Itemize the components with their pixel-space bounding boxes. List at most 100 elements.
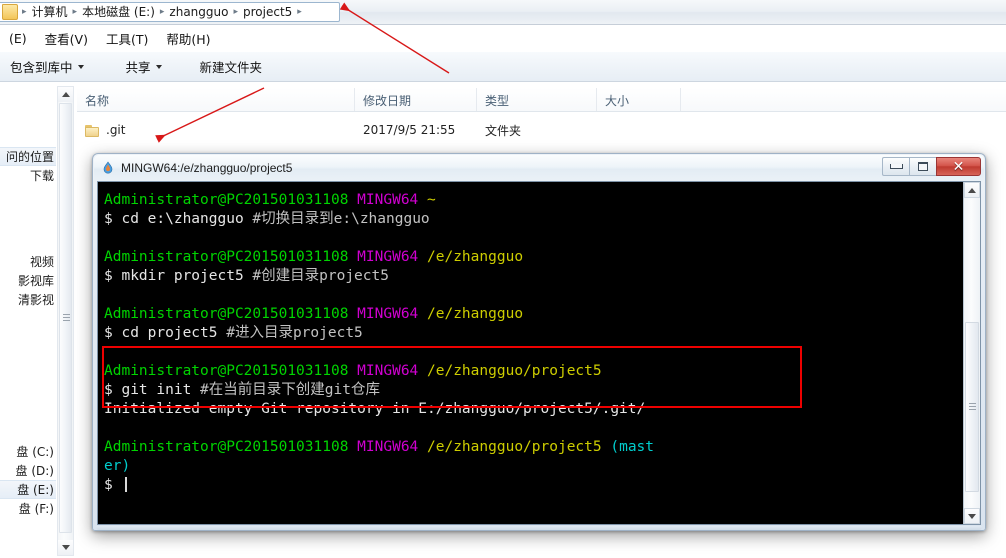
terminal-command-line: $ cd project5 #进入目录project5 xyxy=(104,324,963,343)
breadcrumb-item-computer[interactable]: 计算机 xyxy=(29,3,71,21)
command-toolbar: 包含到库中 共享 新建文件夹 xyxy=(0,52,1006,82)
prompt-path: /e/zhangguo xyxy=(427,249,523,265)
breadcrumb-separator: ▸ xyxy=(295,4,304,20)
prompt-user-host: Administrator@PC201501031108 xyxy=(104,439,348,455)
breadcrumb[interactable]: ▸ 计算机 ▸ 本地磁盘 (E:) ▸ zhangguo ▸ project5 … xyxy=(0,2,340,22)
window-controls: ✕ xyxy=(882,157,981,176)
command-comment: #进入目录project5 xyxy=(226,325,363,341)
terminal-title-bar[interactable]: MINGW64:/e/zhangguo/project5 ✕ xyxy=(94,155,984,181)
menu-item-edit[interactable]: (E) xyxy=(0,28,36,49)
terminal-screen[interactable]: Administrator@PC201501031108 MINGW64 ~ $… xyxy=(98,182,963,524)
terminal-input-line[interactable]: $ xyxy=(104,476,963,495)
file-name-label: .git xyxy=(106,123,125,137)
scroll-down-arrow-icon[interactable] xyxy=(964,508,980,524)
sidebar-item-drive-e[interactable]: 盘 (E:) xyxy=(0,480,56,499)
sidebar-item-drive-f[interactable]: 盘 (F:) xyxy=(0,499,56,518)
sidebar-item-label: 清影视 xyxy=(18,291,54,308)
command-text: $ git init xyxy=(104,382,200,398)
toolbar-include-in-library[interactable]: 包含到库中 xyxy=(0,53,94,80)
sidebar-item-label: 盘 (D:) xyxy=(16,462,54,479)
column-header-name[interactable]: 名称 xyxy=(77,88,355,111)
column-header-modified[interactable]: 修改日期 xyxy=(355,88,477,111)
terminal-blank-line xyxy=(104,343,963,362)
mingw64-terminal-window[interactable]: MINGW64:/e/zhangguo/project5 ✕ Administr… xyxy=(92,153,986,531)
scrollbar-thumb[interactable] xyxy=(59,103,72,533)
breadcrumb-separator: ▸ xyxy=(231,4,240,20)
prompt-shell: MINGW64 xyxy=(357,363,418,379)
column-header-type[interactable]: 类型 xyxy=(477,88,597,111)
command-comment: #创建目录project5 xyxy=(252,268,389,284)
file-list-header: 名称 修改日期 类型 大小 xyxy=(77,88,1006,112)
terminal-prompt-line: Administrator@PC201501031108 MINGW64 /e/… xyxy=(104,248,963,267)
sidebar-item-hd-movies[interactable]: 清影视 xyxy=(0,290,56,309)
sidebar-item-movie-library[interactable]: 影视库 xyxy=(0,271,56,290)
nav-spacer xyxy=(0,223,56,242)
toolbar-new-folder[interactable]: 新建文件夹 xyxy=(190,53,273,80)
command-comment: #在当前目录下创建git仓库 xyxy=(200,382,380,398)
close-button[interactable]: ✕ xyxy=(936,157,981,176)
menu-item-tools[interactable]: 工具(T) xyxy=(97,26,157,51)
text-cursor xyxy=(125,477,127,492)
nav-spacer xyxy=(0,242,56,252)
chevron-down-icon xyxy=(156,65,162,69)
prompt-path: /e/zhangguo/project5 xyxy=(427,439,602,455)
terminal-blank-line xyxy=(104,229,963,248)
nav-spacer xyxy=(0,121,56,147)
terminal-branch-wrap-line: er) xyxy=(104,457,963,476)
terminal-scrollbar[interactable] xyxy=(963,182,980,524)
computer-folder-icon xyxy=(2,4,18,20)
scroll-up-arrow-icon[interactable] xyxy=(58,87,73,102)
breadcrumb-item-drive-e[interactable]: 本地磁盘 (E:) xyxy=(79,3,158,21)
sidebar-item-label: 下载 xyxy=(30,167,54,184)
grip-icon xyxy=(63,314,70,322)
toolbar-new-folder-label: 新建文件夹 xyxy=(200,57,263,76)
prompt-branch: (mast xyxy=(610,439,654,455)
sidebar-item-label: 视频 xyxy=(30,253,54,270)
menu-item-view[interactable]: 查看(V) xyxy=(36,26,97,51)
terminal-prompt-line: Administrator@PC201501031108 MINGW64 /e/… xyxy=(104,438,963,457)
command-text: $ xyxy=(104,477,121,493)
sidebar-item-label: 问的位置 xyxy=(6,148,54,165)
terminal-prompt-line: Administrator@PC201501031108 MINGW64 /e/… xyxy=(104,305,963,324)
terminal-status-strip xyxy=(96,526,982,530)
command-text: $ cd project5 xyxy=(104,325,226,341)
scrollbar-thumb[interactable] xyxy=(965,322,979,492)
terminal-prompt-line: Administrator@PC201501031108 MINGW64 /e/… xyxy=(104,362,963,381)
minimize-icon xyxy=(890,164,903,169)
nav-spacer xyxy=(0,102,56,121)
prompt-path: ~ xyxy=(427,192,436,208)
prompt-user-host: Administrator@PC201501031108 xyxy=(104,192,348,208)
breadcrumb-item-project5[interactable]: project5 xyxy=(240,3,295,21)
sidebar-item-downloads[interactable]: 下载 xyxy=(0,166,56,185)
sidebar-item-label: 盘 (C:) xyxy=(16,443,54,460)
prompt-user-host: Administrator@PC201501031108 xyxy=(104,249,348,265)
breadcrumb-item-zhangguo[interactable]: zhangguo xyxy=(166,3,231,21)
maximize-button[interactable] xyxy=(909,157,936,176)
grip-icon xyxy=(969,403,976,411)
prompt-shell: MINGW64 xyxy=(357,192,418,208)
sidebar-item-recent-places[interactable]: 问的位置 xyxy=(0,147,56,166)
table-row[interactable]: .git 2017/9/5 21:55 文件夹 xyxy=(77,118,1006,142)
prompt-shell: MINGW64 xyxy=(357,249,418,265)
scroll-up-arrow-icon[interactable] xyxy=(964,182,980,198)
column-header-size[interactable]: 大小 xyxy=(597,88,681,111)
command-text: $ mkdir project5 xyxy=(104,268,252,284)
terminal-command-line: $ git init #在当前目录下创建git仓库 xyxy=(104,381,963,400)
sidebar-item-drive-d[interactable]: 盘 (D:) xyxy=(0,461,56,480)
sidebar-item-drive-c[interactable]: 盘 (C:) xyxy=(0,442,56,461)
sidebar-item-videos[interactable]: 视频 xyxy=(0,252,56,271)
prompt-path: /e/zhangguo/project5 xyxy=(427,363,602,379)
scroll-down-arrow-icon[interactable] xyxy=(58,540,73,555)
chevron-down-icon xyxy=(78,65,84,69)
navigation-pane-scrollbar[interactable] xyxy=(57,86,74,556)
prompt-user-host: Administrator@PC201501031108 xyxy=(104,363,348,379)
prompt-branch-wrapped: er) xyxy=(104,458,130,474)
prompt-user-host: Administrator@PC201501031108 xyxy=(104,306,348,322)
file-name-cell[interactable]: .git xyxy=(77,123,355,137)
menu-item-help[interactable]: 帮助(H) xyxy=(157,26,219,51)
toolbar-share[interactable]: 共享 xyxy=(116,53,172,80)
terminal-output-line: Initialized empty Git repository in E:/z… xyxy=(104,400,963,419)
terminal-command-line: $ mkdir project5 #创建目录project5 xyxy=(104,267,963,286)
minimize-button[interactable] xyxy=(882,157,909,176)
toolbar-share-label: 共享 xyxy=(126,57,151,76)
